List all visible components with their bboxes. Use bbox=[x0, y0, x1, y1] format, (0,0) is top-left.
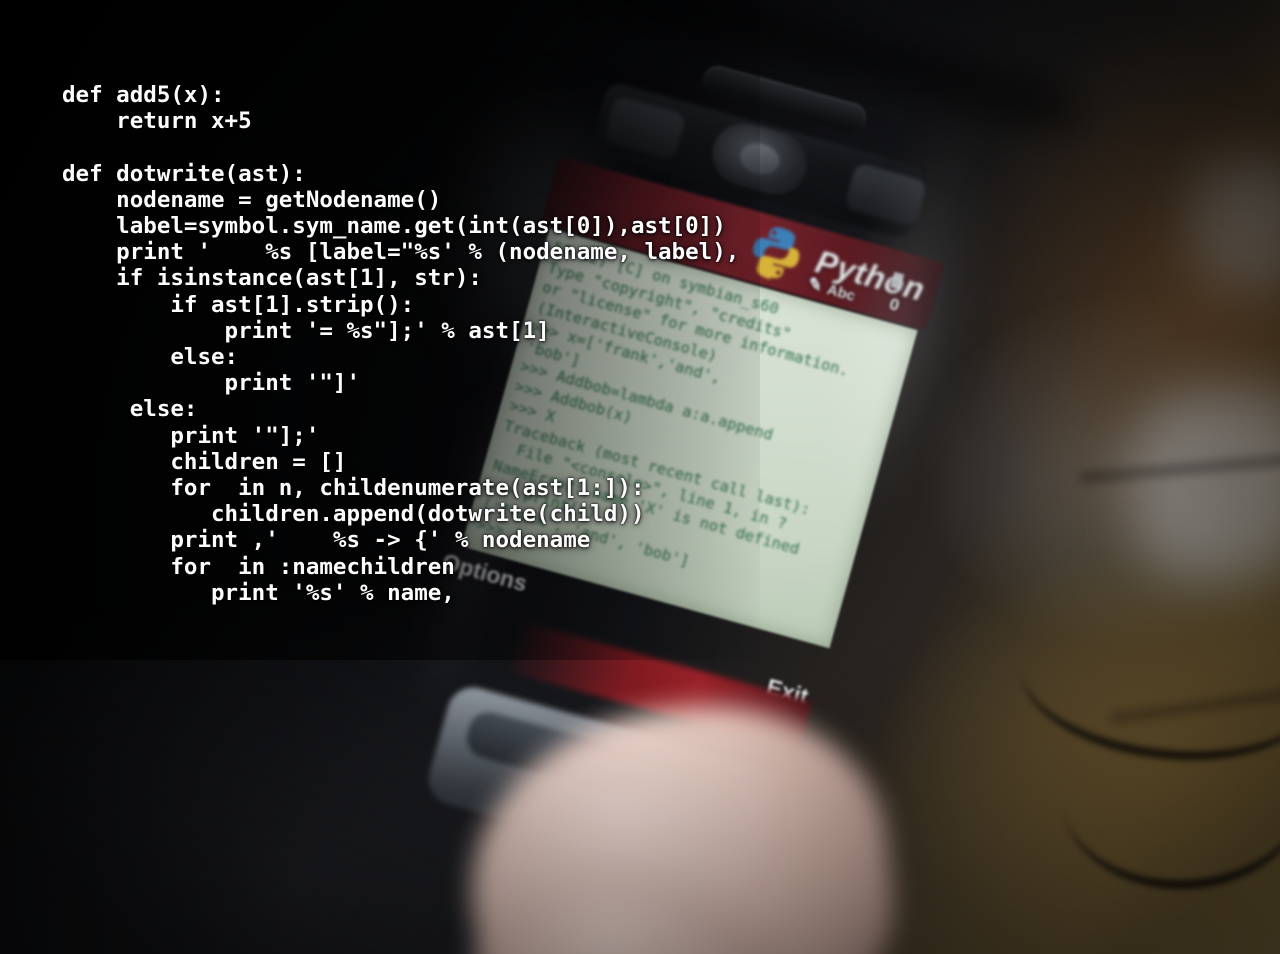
code-line: for in :namechildren bbox=[62, 553, 455, 580]
code-line: if isinstance(ast[1], str): bbox=[62, 265, 482, 292]
code-line: for in n, childenumerate(ast[1:]): bbox=[62, 475, 645, 502]
code-line: def dotwrite(ast): bbox=[62, 160, 306, 187]
pen-icon: ✎ bbox=[805, 273, 825, 296]
code-line: def add5(x): bbox=[62, 82, 225, 108]
code-line: if ast[1].strip(): bbox=[62, 291, 415, 318]
code-line: print '"];' bbox=[62, 422, 320, 449]
background-paper-right bbox=[1135, 390, 1280, 580]
code-line: else: bbox=[62, 396, 198, 423]
code-line: print '= %s"];' % ast[1] bbox=[62, 317, 550, 344]
code-line: print ,' %s -> {' % nodename bbox=[62, 527, 591, 554]
code-line: children.append(dotwrite(child)) bbox=[62, 501, 645, 528]
code-line: print '"]' bbox=[62, 370, 361, 397]
code-line: return x+5 bbox=[62, 108, 252, 135]
battery-icon: ▓ bbox=[890, 270, 905, 289]
code-line: print '%s' % name, bbox=[62, 579, 455, 606]
input-mode-indicator: Abc bbox=[825, 281, 857, 305]
background-paper-top bbox=[1195, 160, 1280, 290]
code-line: nodename = getNodename() bbox=[62, 186, 442, 213]
screenshot-stage: Python ✎ Abc ▓ 0 58 42) [C] on symbian_s… bbox=[0, 0, 1280, 954]
code-line: label=symbol.sym_name.get(int(ast[0]),as… bbox=[62, 213, 726, 239]
python-code-overlay: def add5(x): return x+5 def dotwrite(ast)… bbox=[62, 82, 739, 606]
code-line: children = [] bbox=[62, 448, 347, 475]
code-line: print ' %s [label="%s' % (nodename, labe… bbox=[62, 239, 740, 266]
code-line: else: bbox=[62, 344, 239, 371]
signal-indicator: 0 bbox=[887, 294, 902, 316]
